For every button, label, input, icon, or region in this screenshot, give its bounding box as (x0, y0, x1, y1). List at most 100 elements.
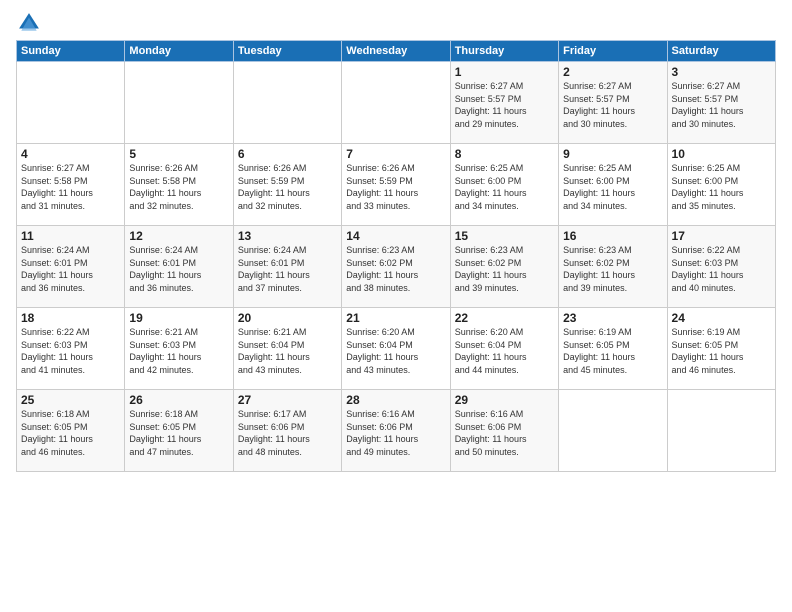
cell-2-3: 6Sunrise: 6:26 AM Sunset: 5:59 PM Daylig… (233, 144, 341, 226)
day-number: 29 (455, 393, 554, 407)
header-row: SundayMondayTuesdayWednesdayThursdayFrid… (17, 41, 776, 62)
week-row-4: 18Sunrise: 6:22 AM Sunset: 6:03 PM Dayli… (17, 308, 776, 390)
cell-info: Sunrise: 6:22 AM Sunset: 6:03 PM Dayligh… (21, 326, 120, 376)
logo-icon (18, 12, 40, 34)
cell-1-1 (17, 62, 125, 144)
cell-1-2 (125, 62, 233, 144)
logo (16, 12, 40, 34)
day-number: 3 (672, 65, 771, 79)
header-day-monday: Monday (125, 41, 233, 62)
day-number: 25 (21, 393, 120, 407)
day-number: 18 (21, 311, 120, 325)
header-day-tuesday: Tuesday (233, 41, 341, 62)
day-number: 5 (129, 147, 228, 161)
cell-4-3: 20Sunrise: 6:21 AM Sunset: 6:04 PM Dayli… (233, 308, 341, 390)
cell-info: Sunrise: 6:19 AM Sunset: 6:05 PM Dayligh… (563, 326, 662, 376)
cell-1-3 (233, 62, 341, 144)
day-number: 7 (346, 147, 445, 161)
cell-info: Sunrise: 6:20 AM Sunset: 6:04 PM Dayligh… (455, 326, 554, 376)
cell-4-6: 23Sunrise: 6:19 AM Sunset: 6:05 PM Dayli… (559, 308, 667, 390)
cell-info: Sunrise: 6:17 AM Sunset: 6:06 PM Dayligh… (238, 408, 337, 458)
day-number: 10 (672, 147, 771, 161)
week-row-5: 25Sunrise: 6:18 AM Sunset: 6:05 PM Dayli… (17, 390, 776, 472)
day-number: 8 (455, 147, 554, 161)
cell-info: Sunrise: 6:24 AM Sunset: 6:01 PM Dayligh… (238, 244, 337, 294)
cell-2-7: 10Sunrise: 6:25 AM Sunset: 6:00 PM Dayli… (667, 144, 775, 226)
cell-info: Sunrise: 6:21 AM Sunset: 6:04 PM Dayligh… (238, 326, 337, 376)
cell-5-6 (559, 390, 667, 472)
cell-5-5: 29Sunrise: 6:16 AM Sunset: 6:06 PM Dayli… (450, 390, 558, 472)
cell-3-5: 15Sunrise: 6:23 AM Sunset: 6:02 PM Dayli… (450, 226, 558, 308)
header-day-wednesday: Wednesday (342, 41, 450, 62)
cell-info: Sunrise: 6:26 AM Sunset: 5:58 PM Dayligh… (129, 162, 228, 212)
day-number: 13 (238, 229, 337, 243)
cell-info: Sunrise: 6:27 AM Sunset: 5:57 PM Dayligh… (563, 80, 662, 130)
cell-3-6: 16Sunrise: 6:23 AM Sunset: 6:02 PM Dayli… (559, 226, 667, 308)
cell-1-6: 2Sunrise: 6:27 AM Sunset: 5:57 PM Daylig… (559, 62, 667, 144)
cell-info: Sunrise: 6:25 AM Sunset: 6:00 PM Dayligh… (455, 162, 554, 212)
cell-info: Sunrise: 6:22 AM Sunset: 6:03 PM Dayligh… (672, 244, 771, 294)
cell-3-3: 13Sunrise: 6:24 AM Sunset: 6:01 PM Dayli… (233, 226, 341, 308)
day-number: 11 (21, 229, 120, 243)
day-number: 23 (563, 311, 662, 325)
cell-info: Sunrise: 6:23 AM Sunset: 6:02 PM Dayligh… (563, 244, 662, 294)
cell-info: Sunrise: 6:19 AM Sunset: 6:05 PM Dayligh… (672, 326, 771, 376)
cell-2-5: 8Sunrise: 6:25 AM Sunset: 6:00 PM Daylig… (450, 144, 558, 226)
cell-info: Sunrise: 6:24 AM Sunset: 6:01 PM Dayligh… (21, 244, 120, 294)
cell-5-7 (667, 390, 775, 472)
day-number: 21 (346, 311, 445, 325)
header-day-saturday: Saturday (667, 41, 775, 62)
cell-5-2: 26Sunrise: 6:18 AM Sunset: 6:05 PM Dayli… (125, 390, 233, 472)
cell-4-4: 21Sunrise: 6:20 AM Sunset: 6:04 PM Dayli… (342, 308, 450, 390)
day-number: 28 (346, 393, 445, 407)
day-number: 17 (672, 229, 771, 243)
cell-4-1: 18Sunrise: 6:22 AM Sunset: 6:03 PM Dayli… (17, 308, 125, 390)
day-number: 27 (238, 393, 337, 407)
cell-info: Sunrise: 6:26 AM Sunset: 5:59 PM Dayligh… (346, 162, 445, 212)
week-row-2: 4Sunrise: 6:27 AM Sunset: 5:58 PM Daylig… (17, 144, 776, 226)
day-number: 24 (672, 311, 771, 325)
calendar-body: 1Sunrise: 6:27 AM Sunset: 5:57 PM Daylig… (17, 62, 776, 472)
day-number: 12 (129, 229, 228, 243)
cell-4-5: 22Sunrise: 6:20 AM Sunset: 6:04 PM Dayli… (450, 308, 558, 390)
cell-3-7: 17Sunrise: 6:22 AM Sunset: 6:03 PM Dayli… (667, 226, 775, 308)
day-number: 15 (455, 229, 554, 243)
day-number: 22 (455, 311, 554, 325)
week-row-1: 1Sunrise: 6:27 AM Sunset: 5:57 PM Daylig… (17, 62, 776, 144)
cell-info: Sunrise: 6:23 AM Sunset: 6:02 PM Dayligh… (346, 244, 445, 294)
cell-info: Sunrise: 6:27 AM Sunset: 5:57 PM Dayligh… (455, 80, 554, 130)
cell-1-5: 1Sunrise: 6:27 AM Sunset: 5:57 PM Daylig… (450, 62, 558, 144)
cell-4-2: 19Sunrise: 6:21 AM Sunset: 6:03 PM Dayli… (125, 308, 233, 390)
day-number: 16 (563, 229, 662, 243)
cell-2-2: 5Sunrise: 6:26 AM Sunset: 5:58 PM Daylig… (125, 144, 233, 226)
calendar-header: SundayMondayTuesdayWednesdayThursdayFrid… (17, 41, 776, 62)
cell-5-3: 27Sunrise: 6:17 AM Sunset: 6:06 PM Dayli… (233, 390, 341, 472)
cell-info: Sunrise: 6:26 AM Sunset: 5:59 PM Dayligh… (238, 162, 337, 212)
cell-info: Sunrise: 6:24 AM Sunset: 6:01 PM Dayligh… (129, 244, 228, 294)
day-number: 14 (346, 229, 445, 243)
header-day-thursday: Thursday (450, 41, 558, 62)
cell-info: Sunrise: 6:23 AM Sunset: 6:02 PM Dayligh… (455, 244, 554, 294)
cell-info: Sunrise: 6:21 AM Sunset: 6:03 PM Dayligh… (129, 326, 228, 376)
cell-1-4 (342, 62, 450, 144)
day-number: 26 (129, 393, 228, 407)
day-number: 19 (129, 311, 228, 325)
cell-info: Sunrise: 6:16 AM Sunset: 6:06 PM Dayligh… (455, 408, 554, 458)
header-day-friday: Friday (559, 41, 667, 62)
day-number: 2 (563, 65, 662, 79)
cell-4-7: 24Sunrise: 6:19 AM Sunset: 6:05 PM Dayli… (667, 308, 775, 390)
day-number: 1 (455, 65, 554, 79)
cell-info: Sunrise: 6:25 AM Sunset: 6:00 PM Dayligh… (563, 162, 662, 212)
header-day-sunday: Sunday (17, 41, 125, 62)
cell-info: Sunrise: 6:18 AM Sunset: 6:05 PM Dayligh… (21, 408, 120, 458)
cell-info: Sunrise: 6:25 AM Sunset: 6:00 PM Dayligh… (672, 162, 771, 212)
cell-info: Sunrise: 6:27 AM Sunset: 5:58 PM Dayligh… (21, 162, 120, 212)
day-number: 4 (21, 147, 120, 161)
cell-1-7: 3Sunrise: 6:27 AM Sunset: 5:57 PM Daylig… (667, 62, 775, 144)
cell-info: Sunrise: 6:27 AM Sunset: 5:57 PM Dayligh… (672, 80, 771, 130)
calendar-table: SundayMondayTuesdayWednesdayThursdayFrid… (16, 40, 776, 472)
cell-2-6: 9Sunrise: 6:25 AM Sunset: 6:00 PM Daylig… (559, 144, 667, 226)
cell-info: Sunrise: 6:20 AM Sunset: 6:04 PM Dayligh… (346, 326, 445, 376)
cell-5-4: 28Sunrise: 6:16 AM Sunset: 6:06 PM Dayli… (342, 390, 450, 472)
cell-5-1: 25Sunrise: 6:18 AM Sunset: 6:05 PM Dayli… (17, 390, 125, 472)
